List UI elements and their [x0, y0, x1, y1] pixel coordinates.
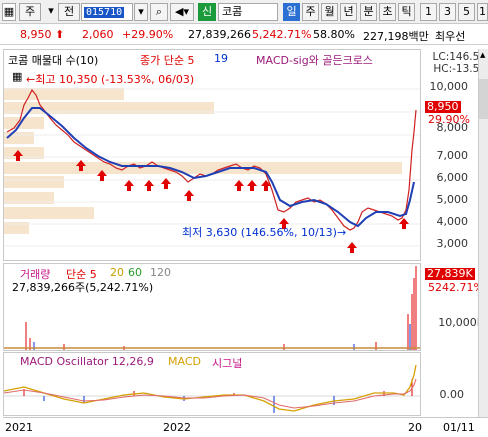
price-change: 2,060	[82, 28, 114, 41]
turnover-ratio: 58.80%	[313, 28, 355, 41]
grid-icon[interactable]: ▦	[12, 70, 22, 83]
low-annotation: 최저 3,630 (146.56%, 10/13)→	[182, 226, 347, 239]
toolbar: ▦ 주 ▾ 전 015710 ▾ ⌕ ◀▾ 신 코콤 일 주 월 년 분 초 틱…	[0, 0, 488, 24]
period-month-button[interactable]: 월	[321, 3, 338, 21]
low-annotation-text: 최저 3,630 (146.56%, 10/13)	[182, 226, 337, 239]
y-tick-5000: 5,000	[436, 193, 469, 206]
x-label-2021: 2021	[5, 421, 33, 434]
period-second-button[interactable]: 초	[379, 3, 396, 21]
y-tick-3000: 3,000	[436, 237, 469, 250]
y-tick-4000: 4,000	[436, 215, 469, 228]
macd-chart-panel[interactable]: MACD Oscillator 12,26,9 MACD 시그널	[3, 352, 421, 416]
scroll-up-icon[interactable]: ▲	[480, 51, 485, 59]
market-badge: 신	[198, 3, 216, 21]
scroll-thumb[interactable]	[479, 79, 488, 119]
period-minute-button[interactable]: 분	[360, 3, 377, 21]
trade-amount: 227,198백만	[363, 30, 429, 43]
volume-chart-panel[interactable]: 거래량 단순 5 20 60 120 27,839,266주(5,242.71%…	[3, 263, 421, 351]
macd-golden-cross-legend: MACD-sig와 골든크로스	[256, 54, 373, 67]
dropdown-arrow-icon[interactable]: ▾	[44, 3, 58, 21]
high-annotation: ←최고 10,350 (-13.53%, 06/03)	[26, 73, 195, 86]
macd-legend: MACD	[168, 355, 201, 368]
macd-panel-title: MACD Oscillator 12,26,9	[20, 355, 154, 368]
interval-1-button[interactable]: 1	[420, 3, 437, 21]
volume-ma-120: 120	[150, 266, 171, 279]
signal-legend: 시그널	[212, 357, 243, 370]
sound-icon[interactable]: ◀▾	[170, 3, 194, 21]
interval-5-button[interactable]: 5	[458, 3, 475, 21]
up-arrow-icon: ⬆	[55, 28, 65, 41]
current-price-tag: 8,950	[425, 100, 461, 113]
stock-code-value: 015710	[84, 7, 125, 18]
interval-3-button[interactable]: 3	[439, 3, 456, 21]
volume-value: 27,839,266	[188, 28, 251, 41]
macd-line	[4, 364, 417, 412]
prev-button[interactable]: 전	[58, 3, 80, 21]
high-annotation-text: 최고 10,350 (-13.53%, 06/03)	[35, 73, 195, 86]
ma-period-value: 19	[214, 52, 228, 65]
x-last-date: 01/11	[443, 421, 475, 434]
code-dropdown-icon[interactable]: ▾	[134, 3, 148, 21]
volume-ma-60: 60	[128, 266, 142, 279]
price-change-pct: +29.90%	[122, 28, 174, 41]
x-label-20: 20	[408, 421, 422, 434]
vertical-scrollbar[interactable]: ▲	[478, 49, 488, 417]
stock-code-input[interactable]: 015710	[81, 3, 133, 21]
ma-legend: 종가 단순 5	[140, 54, 195, 67]
price-panel-title: 코콤 매물대 수(10)	[8, 54, 99, 67]
x-label-2022: 2022	[163, 421, 191, 434]
priority-label: 최우선	[435, 30, 466, 43]
chart-type-icon[interactable]: ▦	[2, 3, 16, 21]
current-price: 8,950	[20, 28, 52, 41]
period-day-button[interactable]: 일	[283, 3, 300, 21]
change-pct-tag: 29.90%	[428, 113, 470, 126]
volume-profile	[4, 88, 402, 234]
period-week-button[interactable]: 주	[302, 3, 319, 21]
price-summary-row: 8,950 ⬆ 2,060 +29.90% 27,839,266 5,242.7…	[0, 25, 488, 45]
volume-pct-tag: 5242.71%	[428, 281, 484, 294]
interval-10-button[interactable]: 1	[477, 3, 488, 21]
macd-y-tick: 0.00	[439, 388, 465, 401]
period-tick-button[interactable]: 틱	[398, 3, 415, 21]
volume-ma-20: 20	[110, 266, 124, 279]
volume-tag: 27,839K	[425, 267, 475, 280]
search-icon[interactable]: ⌕	[150, 3, 168, 21]
period-year-button[interactable]: 년	[340, 3, 357, 21]
signal-line	[4, 378, 417, 409]
volume-pct: 5,242.71%	[252, 28, 312, 41]
y-tick-7000: 7,000	[436, 149, 469, 162]
y-tick-10000: 10,000	[429, 80, 469, 93]
x-axis: 2021 2022 20 01/11	[3, 417, 488, 437]
volume-detail: 27,839,266주(5,242.71%)	[12, 281, 154, 294]
stock-name-field[interactable]: 코콤	[218, 3, 278, 21]
price-chart-panel[interactable]: 코콤 매물대 수(10) 종가 단순 5 19 MACD-sig와 골든크로스 …	[3, 49, 421, 261]
menu-button[interactable]: 주	[19, 3, 41, 21]
y-tick-6000: 6,000	[436, 171, 469, 184]
